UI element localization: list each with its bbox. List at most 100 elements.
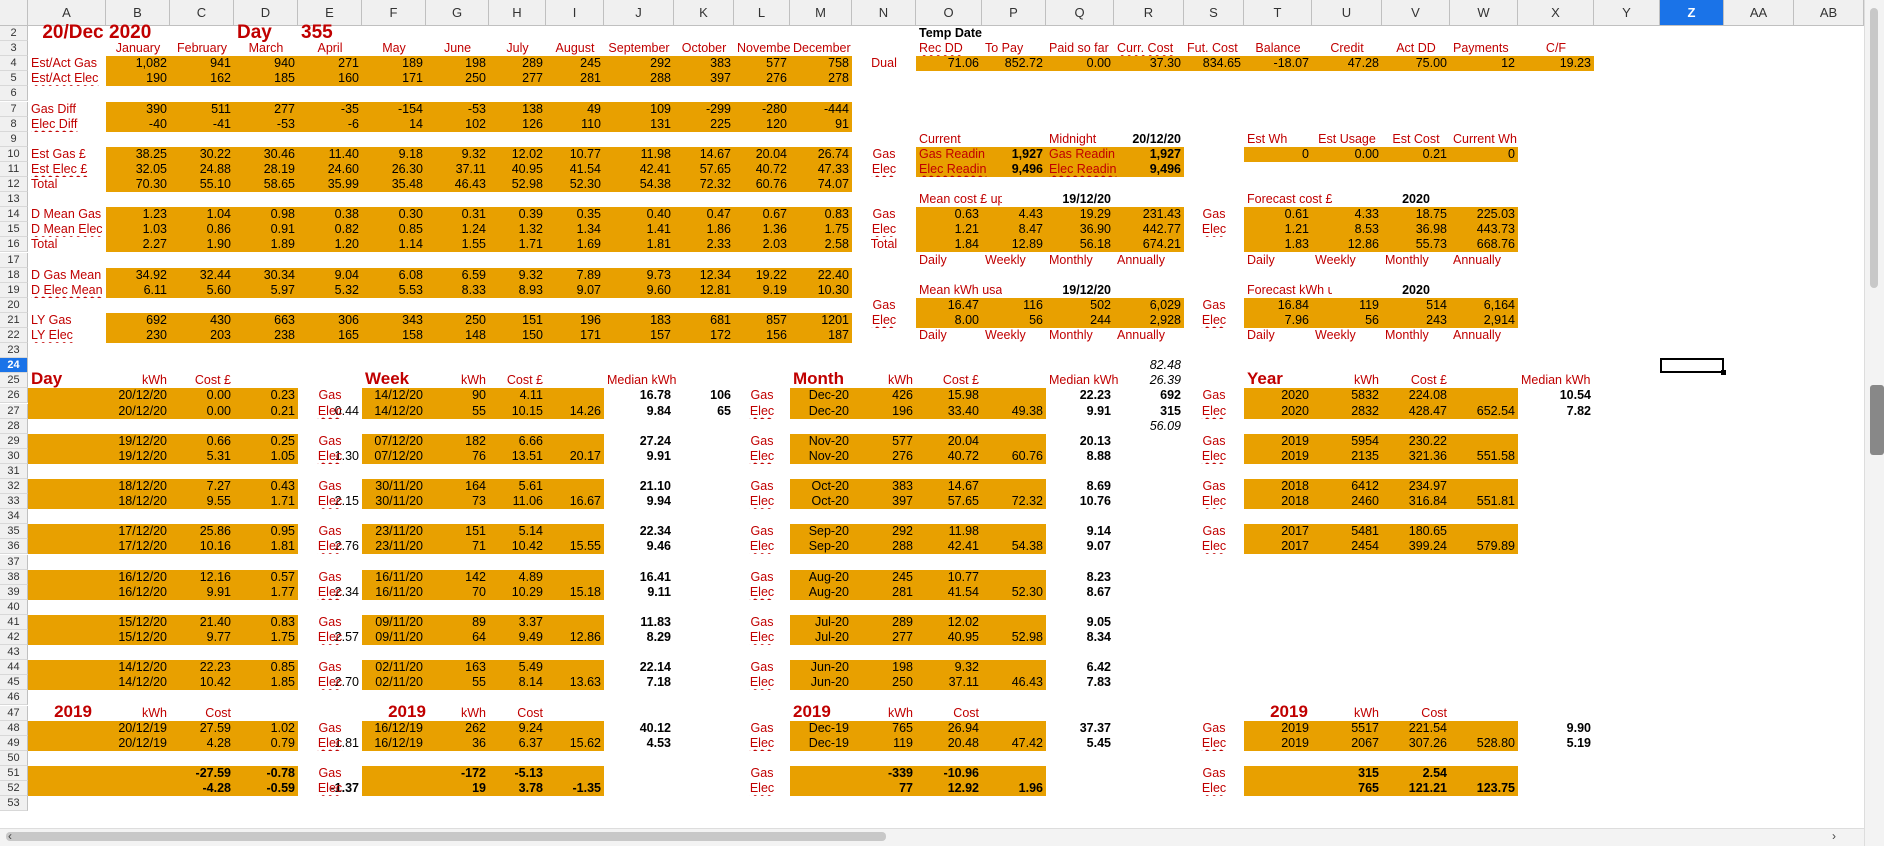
- cell-w52[interactable]: 123.75: [1450, 781, 1518, 796]
- cell-o13[interactable]: Mean cost £ up to: [916, 192, 1002, 207]
- row-header-7[interactable]: 7: [0, 101, 28, 117]
- cell-k19[interactable]: 12.81: [674, 283, 734, 298]
- cell-n11[interactable]: Elec: [852, 162, 916, 177]
- cell-v3[interactable]: Act DD: [1382, 41, 1450, 56]
- cell-o9[interactable]: Current: [916, 132, 1002, 147]
- cell-d4[interactable]: 940: [234, 56, 298, 71]
- cell-d33[interactable]: 1.71: [234, 494, 298, 509]
- cell-t26[interactable]: 2020: [1244, 388, 1312, 403]
- cell-b5[interactable]: 190: [106, 71, 170, 86]
- cell-l39[interactable]: Elec: [734, 585, 790, 600]
- cell-d32[interactable]: 0.43: [234, 479, 298, 494]
- cell-i21[interactable]: 196: [546, 313, 604, 328]
- cell-j29[interactable]: 27.24: [604, 434, 674, 449]
- cell-i45[interactable]: 13.63: [546, 675, 604, 690]
- cell-d52[interactable]: -0.59: [234, 781, 298, 796]
- cell-o2[interactable]: Temp Date: [916, 26, 1002, 41]
- cell-n44[interactable]: 198: [852, 660, 916, 675]
- cell-h7[interactable]: 138: [489, 102, 546, 117]
- cell-g7[interactable]: -53: [426, 102, 489, 117]
- cell-d30[interactable]: 1.05: [234, 449, 298, 464]
- cell-q16[interactable]: 56.18: [1046, 237, 1114, 252]
- cell-b47[interactable]: kWh: [106, 706, 170, 721]
- cell-d10[interactable]: 30.46: [234, 147, 298, 162]
- cell-l48[interactable]: Gas: [734, 721, 790, 736]
- cell-q41[interactable]: 9.05: [1046, 615, 1114, 630]
- cell-m41[interactable]: Jul-20: [790, 615, 852, 630]
- cell-a47[interactable]: 2019: [28, 702, 118, 722]
- cell-t15[interactable]: 1.21: [1244, 222, 1312, 237]
- cell-s52[interactable]: Elec: [1184, 781, 1244, 796]
- row-header-45[interactable]: 45: [0, 675, 28, 691]
- cell-p49[interactable]: 47.42: [982, 736, 1046, 751]
- cell-g14[interactable]: 0.31: [426, 207, 489, 222]
- cell-m33[interactable]: Oct-20: [790, 494, 852, 509]
- cell-j49[interactable]: 4.53: [604, 736, 674, 751]
- cell-q29[interactable]: 20.13: [1046, 434, 1114, 449]
- cell-j3[interactable]: September: [604, 41, 674, 56]
- cell-c27[interactable]: 0.00: [170, 404, 234, 419]
- cell-o25[interactable]: Cost £: [916, 373, 982, 388]
- column-header-z[interactable]: Z: [1660, 0, 1724, 26]
- cell-m49[interactable]: Dec-19: [790, 736, 852, 751]
- cell-u36[interactable]: 2454: [1312, 539, 1382, 554]
- cell-c21[interactable]: 430: [170, 313, 234, 328]
- row-header-18[interactable]: 18: [0, 267, 28, 283]
- cell-h45[interactable]: 8.14: [489, 675, 546, 690]
- cell-l45[interactable]: Elec: [734, 675, 790, 690]
- cell-u3[interactable]: Credit: [1312, 41, 1382, 56]
- cell-s21[interactable]: Elec: [1184, 313, 1244, 328]
- cell-p16[interactable]: 12.89: [982, 237, 1046, 252]
- cell-r21[interactable]: 2,928: [1114, 313, 1184, 328]
- cell-v4[interactable]: 75.00: [1382, 56, 1450, 71]
- cell-v52[interactable]: 121.21: [1382, 781, 1450, 796]
- cell-v29[interactable]: 230.22: [1382, 434, 1450, 449]
- cell-k5[interactable]: 397: [674, 71, 734, 86]
- cell-t36[interactable]: 2017: [1244, 539, 1312, 554]
- cell-o14[interactable]: 0.63: [916, 207, 982, 222]
- cell-k26[interactable]: 106: [674, 388, 734, 403]
- cell-x4[interactable]: 19.23: [1518, 56, 1594, 71]
- cell-i19[interactable]: 9.07: [546, 283, 604, 298]
- cell-u48[interactable]: 5517: [1312, 721, 1382, 736]
- row-header-33[interactable]: 33: [0, 494, 28, 510]
- cell-k21[interactable]: 681: [674, 313, 734, 328]
- cell-u10[interactable]: 0.00: [1312, 147, 1382, 162]
- cell-b39[interactable]: 16/12/20: [106, 585, 170, 600]
- cell-n45[interactable]: 250: [852, 675, 916, 690]
- cell-b27[interactable]: 20/12/20: [106, 404, 170, 419]
- cell-f27[interactable]: 14/12/20: [362, 404, 426, 419]
- cell-j8[interactable]: 131: [604, 117, 674, 132]
- cell-j33[interactable]: 9.94: [604, 494, 674, 509]
- cell-r14[interactable]: 231.43: [1114, 207, 1184, 222]
- cell-g5[interactable]: 250: [426, 71, 489, 86]
- cell-v19[interactable]: 2020: [1382, 283, 1450, 298]
- cell-b33[interactable]: 18/12/20: [106, 494, 170, 509]
- cell-b32[interactable]: 18/12/20: [106, 479, 170, 494]
- cell-c4[interactable]: 941: [170, 56, 234, 71]
- cell-g51[interactable]: -172: [426, 766, 489, 781]
- cell-u9[interactable]: Est Usage: [1312, 132, 1382, 147]
- cell-h11[interactable]: 40.95: [489, 162, 546, 177]
- cell-j39[interactable]: 9.11: [604, 585, 674, 600]
- cell-v51[interactable]: 2.54: [1382, 766, 1450, 781]
- cell-t49[interactable]: 2019: [1244, 736, 1312, 751]
- cell-w14[interactable]: 225.03: [1450, 207, 1518, 222]
- cell-n39[interactable]: 281: [852, 585, 916, 600]
- cell-u32[interactable]: 6412: [1312, 479, 1382, 494]
- row-header-13[interactable]: 13: [0, 192, 28, 208]
- cell-n27[interactable]: 196: [852, 404, 916, 419]
- cell-j44[interactable]: 22.14: [604, 660, 674, 675]
- cell-l29[interactable]: Gas: [734, 434, 790, 449]
- cell-c25[interactable]: Cost £: [170, 373, 234, 388]
- cell-v13[interactable]: 2020: [1382, 192, 1450, 207]
- cell-t10[interactable]: 0: [1244, 147, 1312, 162]
- cell-t4[interactable]: -18.07: [1244, 56, 1312, 71]
- cell-l52[interactable]: Elec: [734, 781, 790, 796]
- cell-m45[interactable]: Jun-20: [790, 675, 852, 690]
- cell-n33[interactable]: 397: [852, 494, 916, 509]
- cell-r25[interactable]: 26.39: [1114, 373, 1184, 388]
- cell-h18[interactable]: 9.32: [489, 268, 546, 283]
- cell-f3[interactable]: May: [362, 41, 426, 56]
- cell-o30[interactable]: 40.72: [916, 449, 982, 464]
